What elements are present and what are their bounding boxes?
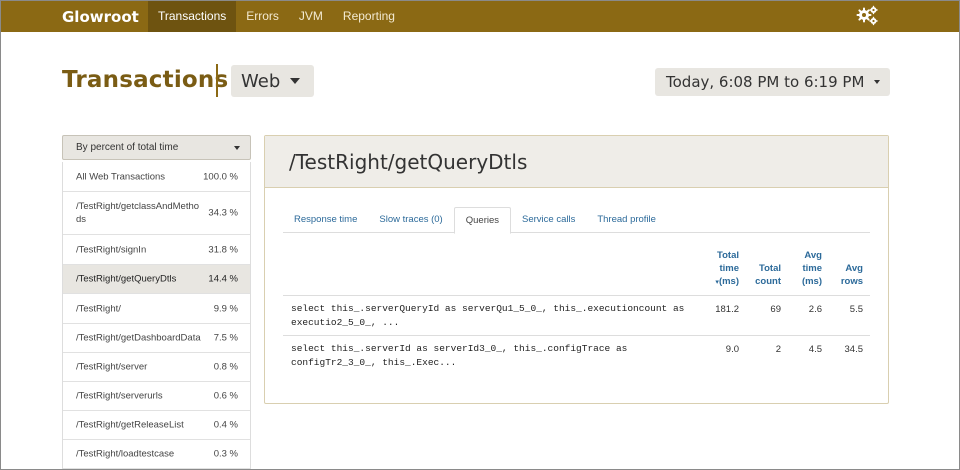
transaction-detail-panel: /TestRight/getQueryDtls Response time Sl… bbox=[264, 135, 889, 404]
nav-errors[interactable]: Errors bbox=[236, 1, 289, 32]
header-text: Avg bbox=[845, 263, 863, 274]
sidebar-item-percent: 31.8 % bbox=[208, 244, 238, 255]
chevron-down-icon bbox=[290, 78, 301, 84]
sidebar-item-serverurls[interactable]: /TestRight/serverurls 0.6 % bbox=[63, 382, 250, 411]
sidebar-item-percent: 9.9 % bbox=[213, 303, 238, 314]
sidebar-item-all-web-transactions[interactable]: All Web Transactions 100.0 % bbox=[63, 162, 250, 192]
sidebar-item-percent: 0.6 % bbox=[213, 390, 238, 402]
header-text: Avg bbox=[804, 250, 822, 261]
time-range-dropdown[interactable]: Today, 6:08 PM to 6:19 PM bbox=[655, 68, 890, 96]
top-navbar: Glowroot Transactions Errors JVM Reporti… bbox=[1, 1, 959, 32]
query-text[interactable]: select this_.serverQueryId as serverQu1_… bbox=[291, 302, 701, 330]
sidebar-item-label: /TestRight/signIn bbox=[76, 244, 147, 255]
sidebar-item-percent: 7.5 % bbox=[213, 332, 238, 344]
sidebar-item-label: /TestRight/getReleaseList bbox=[76, 419, 184, 431]
tab-queries[interactable]: Queries bbox=[453, 207, 511, 234]
title-divider bbox=[216, 64, 218, 97]
header-total-time[interactable]: Total time ▾(ms) bbox=[695, 249, 739, 289]
query-line: select this_.serverQueryId as serverQu1_… bbox=[291, 303, 685, 314]
gears-icon[interactable] bbox=[855, 4, 879, 28]
sidebar-item-percent: 14.4 % bbox=[208, 273, 238, 285]
sort-label: By percent of total time bbox=[76, 142, 179, 153]
header-text: Total bbox=[759, 263, 781, 274]
total-time-cell: 9.0 bbox=[725, 344, 739, 355]
transaction-type-label: Web bbox=[241, 70, 281, 92]
app-window: Glowroot Transactions Errors JVM Reporti… bbox=[0, 0, 960, 470]
table-row[interactable]: select this_.serverQueryId as serverQu1_… bbox=[283, 295, 870, 335]
nav-reporting[interactable]: Reporting bbox=[333, 1, 405, 32]
sidebar-item-label: /TestRight/getDashboardData bbox=[76, 332, 201, 344]
sidebar-item-percent: 0.3 % bbox=[213, 448, 238, 460]
header-text: Total bbox=[717, 250, 739, 261]
sidebar-item-label: /TestRight/loadtestcase bbox=[76, 448, 175, 460]
total-count-cell: 2 bbox=[775, 344, 781, 355]
sidebar-item-label: All Web Transactions bbox=[76, 171, 166, 182]
header-avg-time[interactable]: Avg time (ms) bbox=[789, 249, 822, 288]
sidebar-item-signin[interactable]: /TestRight/signIn 31.8 % bbox=[63, 235, 250, 265]
chevron-down-icon bbox=[874, 80, 881, 84]
sidebar-item-getclassandmethods[interactable]: /TestRight/getclassAndMethods 34.3 % bbox=[63, 192, 250, 235]
transaction-list: All Web Transactions 100.0 % /TestRight/… bbox=[62, 162, 251, 469]
sidebar-item-getreleaselist[interactable]: /TestRight/getReleaseList 0.4 % bbox=[63, 411, 250, 440]
sidebar-item-label: /TestRight/ bbox=[76, 303, 121, 314]
sort-dropdown[interactable]: By percent of total time bbox=[62, 135, 251, 160]
sidebar-item-percent: 100.0 % bbox=[203, 171, 238, 182]
avg-time-cell: 2.6 bbox=[808, 304, 822, 315]
nav-transactions[interactable]: Transactions bbox=[148, 1, 237, 32]
avg-rows-cell: 5.5 bbox=[849, 304, 863, 315]
avg-time-cell: 4.5 bbox=[808, 344, 822, 355]
header-total-count[interactable]: Total count bbox=[749, 262, 781, 288]
chevron-down-icon bbox=[234, 146, 240, 150]
transaction-type-dropdown[interactable]: Web bbox=[231, 65, 314, 97]
sidebar-item-label: /TestRight/server bbox=[76, 361, 148, 373]
header-text: time bbox=[719, 263, 739, 274]
header-text: (ms) bbox=[718, 276, 739, 287]
detail-tabs: Response time Slow traces (0) Queries Se… bbox=[283, 207, 870, 234]
header-text: (ms) bbox=[801, 276, 822, 287]
header-text: count bbox=[755, 276, 781, 287]
total-time-cell: 181.2 bbox=[715, 304, 739, 315]
sidebar-item-getquerydtls[interactable]: /TestRight/getQueryDtls 14.4 % bbox=[63, 265, 250, 294]
sidebar-item-root[interactable]: /TestRight/ 9.9 % bbox=[63, 294, 250, 324]
tab-thread-profile[interactable]: Thread profile bbox=[586, 207, 667, 233]
tab-service-calls[interactable]: Service calls bbox=[511, 207, 586, 233]
sidebar-item-label: /TestRight/getclassAndMethods bbox=[76, 201, 200, 225]
page-title: Transactions bbox=[62, 67, 229, 93]
sidebar-item-percent: 0.4 % bbox=[213, 419, 238, 431]
sidebar-item-label: /TestRight/serverurls bbox=[76, 390, 163, 402]
avg-rows-cell: 34.5 bbox=[844, 344, 864, 355]
header-avg-rows[interactable]: Avg rows bbox=[831, 262, 863, 288]
sidebar-item-label: /TestRight/getQueryDtls bbox=[76, 273, 177, 285]
tab-slow-traces[interactable]: Slow traces (0) bbox=[368, 207, 453, 233]
query-line: configTr2_3_0_, this_.Exec... bbox=[291, 357, 457, 368]
sidebar-item-server[interactable]: /TestRight/server 0.8 % bbox=[63, 353, 250, 382]
sidebar-item-percent: 0.8 % bbox=[213, 361, 238, 373]
time-range-label: Today, 6:08 PM to 6:19 PM bbox=[666, 73, 865, 91]
query-line: select this_.serverId as serverId3_0_, t… bbox=[291, 343, 628, 354]
query-line: executio2_5_0_, ... bbox=[291, 317, 400, 328]
total-count-cell: 69 bbox=[770, 304, 781, 315]
header-text: rows bbox=[840, 276, 863, 287]
query-text[interactable]: select this_.serverId as serverId3_0_, t… bbox=[291, 342, 701, 370]
table-row[interactable]: select this_.serverId as serverId3_0_, t… bbox=[283, 335, 870, 375]
transaction-title: /TestRight/getQueryDtls bbox=[265, 136, 888, 188]
sidebar-item-percent: 34.3 % bbox=[208, 207, 238, 219]
tab-response-time[interactable]: Response time bbox=[283, 207, 368, 233]
sidebar-item-getdashboarddata[interactable]: /TestRight/getDashboardData 7.5 % bbox=[63, 324, 250, 353]
sidebar-item-loadtestcase[interactable]: /TestRight/loadtestcase 0.3 % bbox=[63, 440, 250, 469]
brand-logo[interactable]: Glowroot bbox=[62, 8, 148, 26]
header-text: time bbox=[802, 263, 822, 274]
nav-jvm[interactable]: JVM bbox=[289, 1, 333, 32]
